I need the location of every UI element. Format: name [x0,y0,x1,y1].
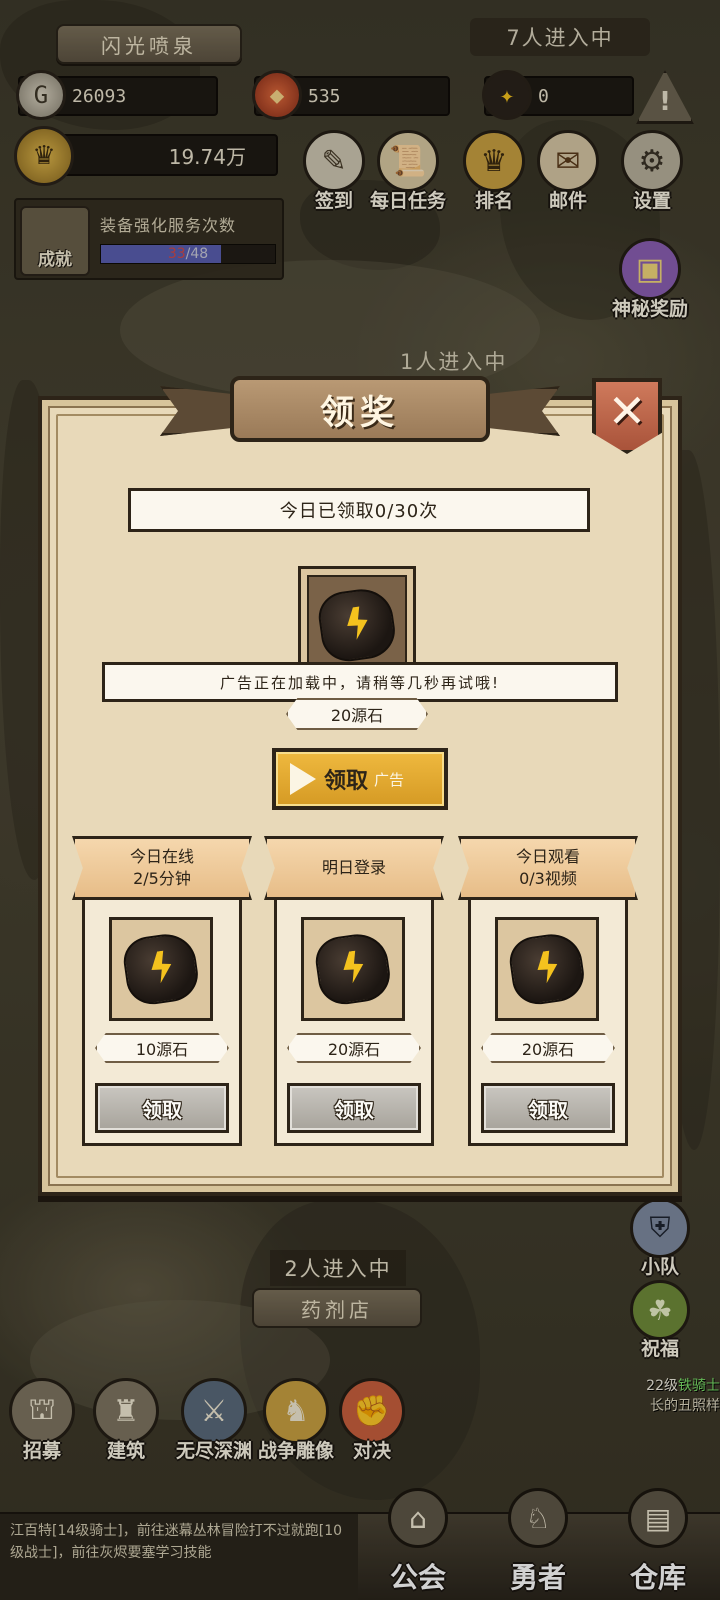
reward-card-body: 20源石 领取 [468,890,628,1146]
card-progress: 2/5分钟 [133,869,191,888]
source-stone-icon [506,930,588,1008]
source-stone-icon [312,930,394,1008]
source-stone-icon [315,585,399,665]
reward-icon-frame [301,917,405,1021]
play-icon [290,763,316,795]
card-progress: 0/3视频 [519,869,577,888]
ad-tag: 广告 [374,770,405,789]
reward-card-body: 10源石 领取 [82,890,242,1146]
reward-amount: 20源石 [481,1033,615,1063]
claim-video-button[interactable]: 领取 [481,1083,615,1133]
reward-icon-frame [109,917,213,1021]
reward-card-login: 20源石 领取 明日登录 [264,836,444,1146]
claim-login-button[interactable]: 领取 [287,1083,421,1133]
ad-loading-toast: 广告正在加载中，请稍等几秒再试哦! [102,662,618,702]
reward-card-header: 今日在线 2/5分钟 [72,836,252,900]
reward-card-body: 20源石 领取 [274,890,434,1146]
main-reward-frame [307,575,407,675]
close-icon: ✕ [607,384,647,438]
source-stone-icon [120,930,202,1008]
reward-amount: 10源石 [95,1033,229,1063]
dialog-title: 领奖 [230,376,490,442]
reward-icon-frame [495,917,599,1021]
reward-card-video: 20源石 领取 今日观看 0/3视频 [458,836,638,1146]
main-reward-amount: 20源石 [286,698,428,730]
dialog-title-ribbon: 领奖 [160,372,560,458]
reward-card-online: 10源石 领取 今日在线 2/5分钟 [72,836,252,1146]
claim-online-button[interactable]: 领取 [95,1083,229,1133]
card-condition: 今日在线 [129,847,194,866]
reward-amount: 20源石 [287,1033,421,1063]
reward-card-header: 今日观看 0/3视频 [458,836,638,900]
card-condition: 明日登录 [321,858,386,877]
reward-card-header: 明日登录 [264,836,444,900]
claim-ad-reward-button[interactable]: 领取 广告 [272,748,448,810]
card-condition: 今日观看 [515,847,580,866]
claim-label: 领取 [324,769,369,794]
daily-claim-count: 今日已领取0/30次 [128,488,590,532]
